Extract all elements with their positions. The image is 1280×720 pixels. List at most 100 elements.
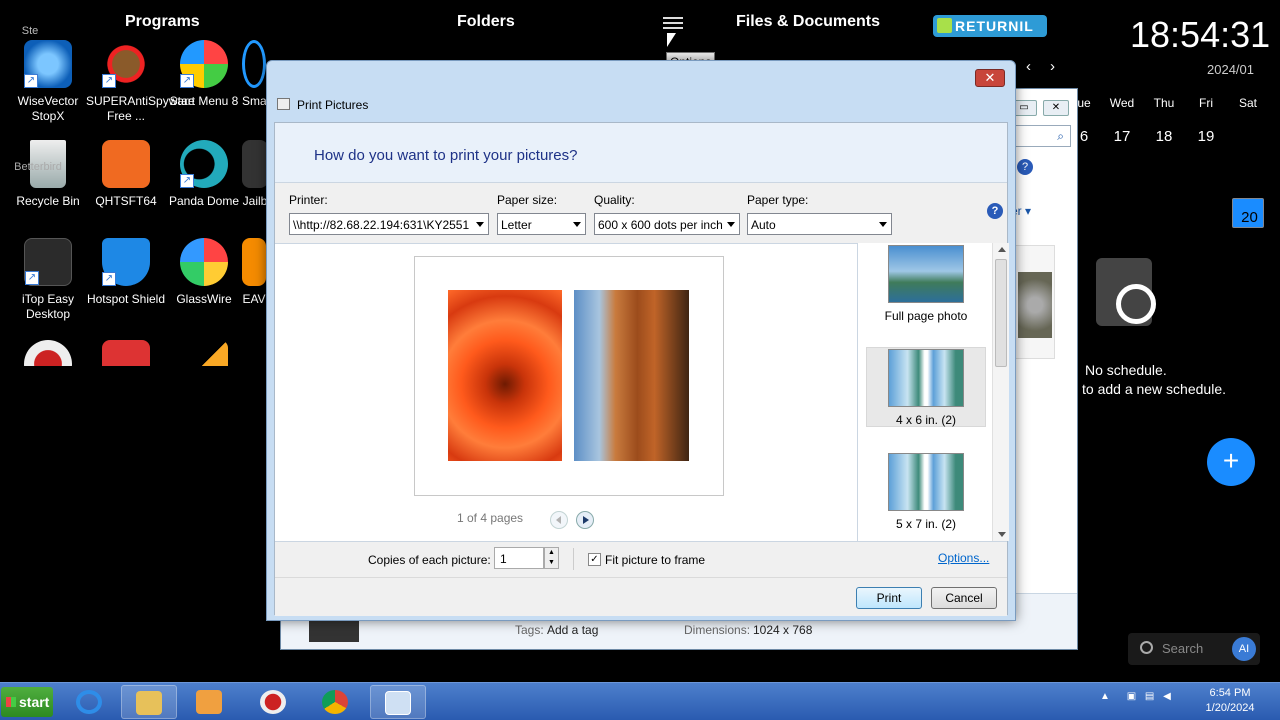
taskbar-clock[interactable]: 6:54 PM 1/20/2024 [1198,686,1262,716]
next-month-button[interactable]: › [1050,58,1055,75]
desktop-icon-panda-dome[interactable]: ↗ Panda Dome [164,140,244,209]
volume-icon[interactable]: ◀ [1163,691,1171,702]
printer-icon [385,691,411,715]
system-tray: ▲ ▣ ▤ ◀ [1100,691,1171,702]
calendar-day[interactable]: Fri 19 [1186,96,1226,152]
desktop-icon-itop-easy-desktop[interactable]: ↗ iTop Easy Desktop [8,238,88,322]
folder-icon [136,691,162,715]
wisevector-icon: ↗ [24,40,72,88]
folders-menu[interactable]: Folders [457,13,515,31]
scroll-down-icon[interactable] [998,532,1006,537]
help-icon[interactable]: ? [1017,159,1033,175]
show-hidden-icons-icon[interactable]: ▲ [1100,691,1110,702]
dialog-heading: How do you want to print your pictures? [314,147,578,164]
close-button[interactable]: ✕ [1043,100,1069,116]
fit-picture-label: Fit picture to frame [605,553,706,567]
desktop-icon-row4-c[interactable] [164,340,244,366]
layout-4x6[interactable]: 4 x 6 in. (2) [866,347,986,427]
scroll-up-icon[interactable] [998,247,1006,252]
taskbar-chrome[interactable] [308,685,364,719]
desktop-icon-steam-partial[interactable]: Ste [18,24,42,39]
quality-select[interactable]: 600 x 600 dots per inch [594,213,740,235]
windows-flag-icon [6,697,16,707]
copies-input[interactable]: 1 [494,547,544,569]
dialog-header: How do you want to print your pictures? [275,123,1007,183]
taskbar: start ▲ ▣ ▤ ◀ 6:54 PM 1/20/2024 [0,682,1280,720]
chevron-down-icon [476,222,484,227]
layout-full-page-photo[interactable]: Full page photo [866,245,986,323]
desktop-icon-start-menu-8[interactable]: ↗ Start Menu 8 [164,40,244,109]
print-button[interactable]: Print [856,587,922,609]
taskbar-internet-explorer[interactable] [62,685,118,719]
panda-dome-icon: ↗ [180,140,228,188]
options-link[interactable]: Options... [938,551,989,565]
layout-5x7[interactable]: 5 x 7 in. (2) [866,453,986,531]
tray-app-icon[interactable]: ▤ [1145,691,1154,702]
desktop-icon-glasswire[interactable]: GlassWire [164,238,244,307]
desktop-icon-row4-a[interactable] [8,340,88,366]
dialog-title: Print Pictures [297,98,369,112]
desktop-icon-eav-partial[interactable]: EAV [242,238,266,307]
bg-search-box[interactable]: ⌕ [1011,125,1071,147]
printer-select[interactable]: \\http://82.68.22.194:631\KY2551 [289,213,489,235]
cancel-button[interactable]: Cancel [931,587,997,609]
clock-time: 18:54:31 [1130,14,1271,55]
next-page-button[interactable] [576,511,594,529]
previous-page-button[interactable] [550,511,568,529]
taskbar-explorer[interactable] [121,685,177,719]
returnil-badge[interactable]: RETURNIL [933,15,1047,37]
desktop-icon-betterbird-label[interactable]: Betterbird [10,160,66,175]
files-documents-menu[interactable]: Files & Documents [736,13,880,31]
start-menu-8-icon: ↗ [180,40,228,88]
chevron-down-icon [573,222,581,227]
desktop: Programs Folders Files & Documents RETUR… [0,0,1280,682]
dialog-body: How do you want to print your pictures? … [274,122,1009,616]
desktop-icon-jailb-partial[interactable]: Jailb [242,140,268,209]
help-icon[interactable]: ? [987,203,1003,219]
tags-value[interactable]: Add a tag [547,623,598,637]
search-icon: ⌕ [1057,129,1064,143]
desktop-icon-superantispyware[interactable]: ↗ SUPERAntiSpyware Free ... [86,40,195,124]
itop-easy-desktop-icon: ↗ [24,238,72,286]
desktop-icon-row4-b[interactable] [86,340,166,366]
paper-size-select[interactable]: Letter [497,213,586,235]
desktop-icon-wisevector[interactable]: ↗ WiseVector StopX [8,40,88,124]
calendar-day[interactable]: Thu 18 [1144,96,1184,152]
chevron-down-icon [727,222,735,227]
options-row: Copies of each picture: 1 ▲ ▼ ✓ Fit pictu… [275,541,1007,577]
add-schedule-button[interactable]: + [1207,438,1255,486]
calendar-day[interactable]: Wed 17 [1102,96,1142,152]
ai-assistant-button[interactable]: AI [1232,637,1256,661]
app-icon [180,340,228,366]
printer-label: Printer: [289,193,328,207]
options-menu-icon[interactable] [663,14,683,30]
chrome-icon [322,690,348,714]
desktop-icon-sma-partial[interactable]: Sma [242,40,266,109]
copies-stepper[interactable]: ▲ ▼ [544,547,559,569]
paper-type-select[interactable]: Auto [747,213,892,235]
prev-month-button[interactable]: ‹ [1026,58,1031,75]
quality-label: Quality: [594,193,635,207]
paper-type-label: Paper type: [747,193,809,207]
desktop-icon-hotspot-shield[interactable]: ↗ Hotspot Shield [86,238,166,307]
search-icon [1140,641,1153,654]
taskbar-media-player[interactable] [182,685,238,719]
layout-thumbnail [888,349,964,407]
app-icon [24,340,72,366]
network-icon[interactable]: ▣ [1127,691,1136,702]
layout-scrollbar[interactable] [992,243,1009,541]
eav-icon [242,238,266,286]
paper-size-label: Paper size: [497,193,558,207]
start-button[interactable]: start [1,687,53,717]
programs-menu[interactable]: Programs [125,13,200,31]
app-icon [260,690,286,714]
sma-icon [242,40,266,88]
fit-picture-checkbox[interactable]: ✓ [588,553,601,566]
desktop-icon-qhtsft64[interactable]: QHTSFT64 [86,140,166,209]
calendar-day-selected[interactable]: Sat 20 [1228,96,1268,228]
close-button[interactable]: ✕ [975,69,1005,87]
taskbar-print-dialog[interactable] [370,685,426,719]
scrollbar-thumb[interactable] [995,259,1007,367]
bg-thumbnail[interactable] [1015,245,1055,359]
taskbar-app[interactable] [246,685,302,719]
